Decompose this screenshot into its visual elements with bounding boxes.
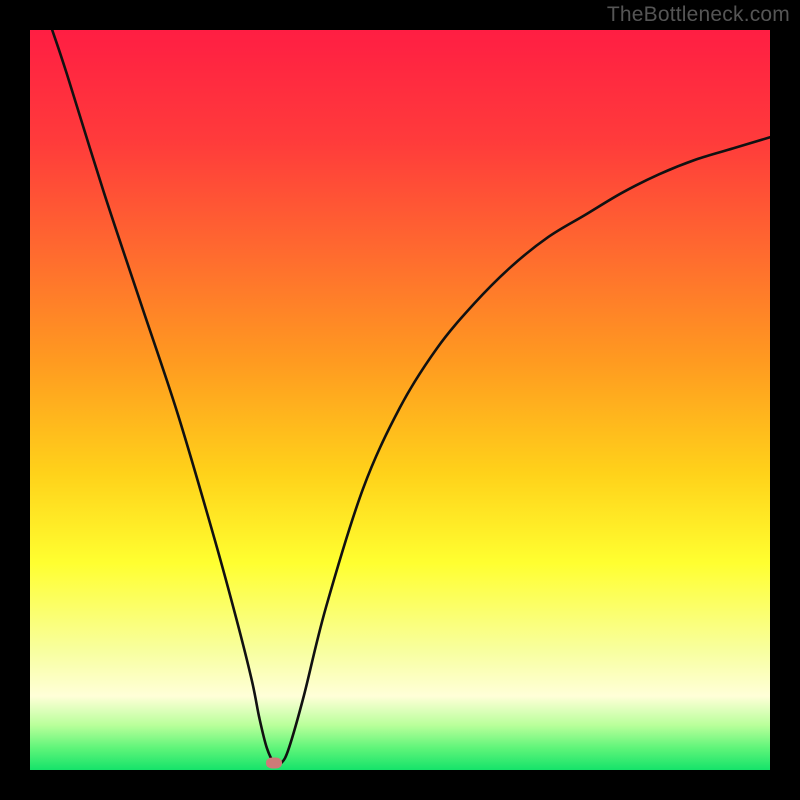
chart-svg <box>30 30 770 770</box>
watermark-text: TheBottleneck.com <box>607 3 790 27</box>
chart-frame: TheBottleneck.com <box>0 0 800 800</box>
minimum-marker <box>266 757 282 768</box>
gradient-background <box>30 30 770 770</box>
plot-area <box>30 30 770 770</box>
